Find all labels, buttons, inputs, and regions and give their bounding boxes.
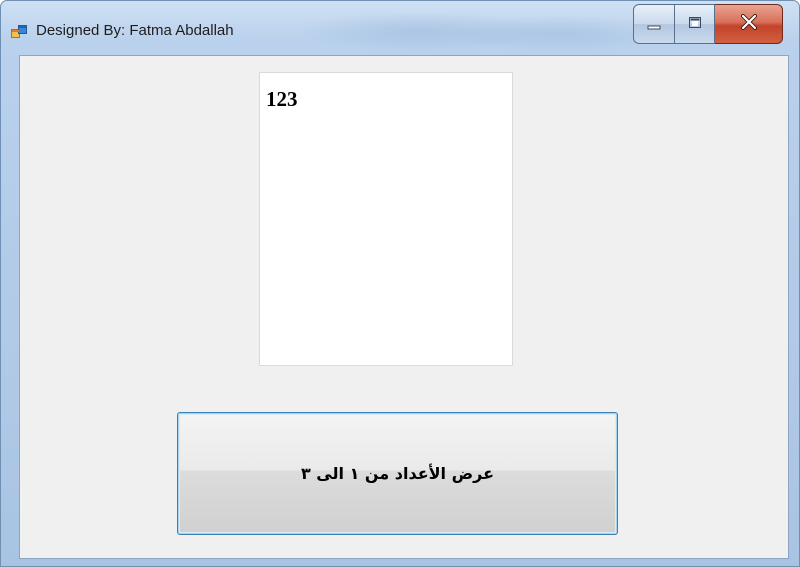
output-textbox[interactable]: 123: [259, 72, 513, 366]
output-value: 123: [266, 87, 298, 111]
app-icon[interactable]: [11, 25, 27, 41]
close-icon: [740, 14, 758, 34]
show-numbers-button-label: عرض الأعداد من ١ الى ٣: [300, 464, 495, 483]
form-client-area: 123 عرض الأعداد من ١ الى ٣: [19, 55, 789, 559]
window-title: Designed By: Fatma Abdallah: [36, 22, 234, 39]
window-controls: [633, 4, 783, 44]
show-numbers-button[interactable]: عرض الأعداد من ١ الى ٣: [177, 412, 618, 535]
minimize-icon: [646, 15, 662, 34]
maximize-button[interactable]: [675, 4, 715, 44]
maximize-icon: [687, 15, 703, 34]
app-window: Designed By: Fatma Abdallah 123 عرض الأع…: [0, 0, 800, 567]
minimize-button[interactable]: [633, 4, 675, 44]
title-bar[interactable]: Designed By: Fatma Abdallah: [1, 1, 799, 55]
close-button[interactable]: [715, 4, 783, 44]
